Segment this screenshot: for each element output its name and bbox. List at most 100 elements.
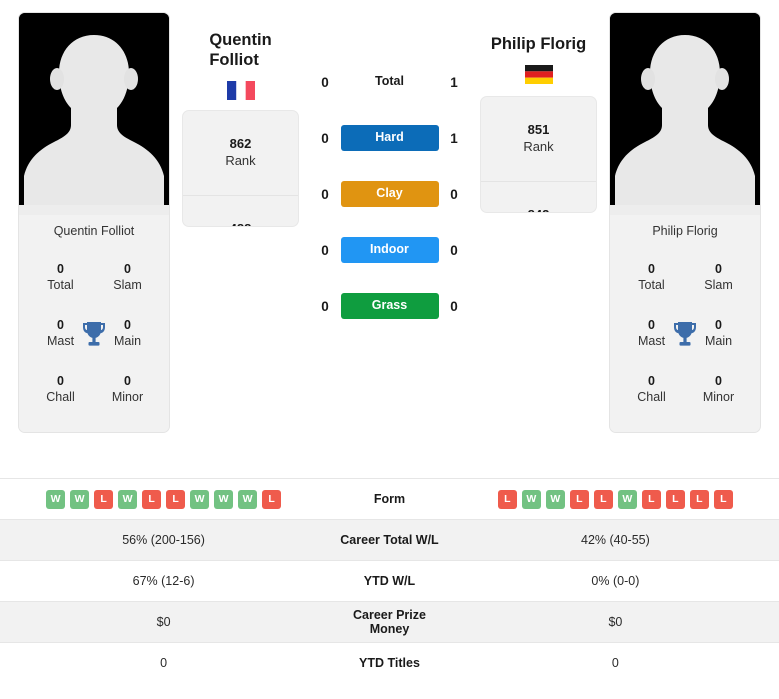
left-player-photo-caption: Quentin Folliot bbox=[19, 215, 169, 248]
right-form-badge[interactable]: L bbox=[497, 489, 517, 509]
titles-minor-label: Minor bbox=[702, 390, 735, 404]
left-form-badge[interactable]: W bbox=[214, 489, 234, 509]
left-value-cell: 56% (200-156) bbox=[0, 519, 328, 561]
left-form-badge[interactable]: W bbox=[238, 489, 258, 509]
right-score-total: 1 bbox=[450, 74, 458, 90]
right-high-value: 842 bbox=[528, 207, 550, 212]
titles-cell-total: 0 Total bbox=[27, 262, 94, 293]
left-form-strip: WWLWLLWWWL bbox=[10, 489, 317, 509]
surface-row-hard: 0 Hard 1 bbox=[311, 110, 468, 166]
comparison-table: W W L W L L W W W L Form L W W L L W L L L L 56% (200-156) Car… bbox=[0, 478, 779, 684]
left-rank-label: Rank bbox=[225, 153, 256, 169]
player-comparison-page: Quentin Folliot 0 Total 0 Slam 0 Mast 0 … bbox=[0, 0, 779, 699]
titles-minor-value: 0 bbox=[124, 374, 131, 389]
left-player-photo-card[interactable]: Quentin Folliot 0 Total 0 Slam 0 Mast 0 … bbox=[18, 12, 170, 433]
titles-slam-label: Slam bbox=[113, 278, 142, 292]
titles-slam-value: 0 bbox=[715, 262, 722, 277]
right-value-cell: 0% (0-0) bbox=[451, 560, 779, 602]
left-form-badge[interactable]: W bbox=[190, 489, 210, 509]
right-form-badge[interactable]: L bbox=[593, 489, 613, 509]
surface-badge-total: Total bbox=[375, 74, 404, 89]
right-form-badge[interactable]: L bbox=[665, 489, 685, 509]
right-player-name[interactable]: Philip Florig bbox=[491, 12, 586, 54]
titles-row-total-slam: 0 Total 0 Slam bbox=[618, 250, 752, 306]
avatar-placeholder-icon bbox=[19, 13, 169, 215]
comparison-table-body: W W L W L L W W W L Form L W W L L W L L L L 56% (200-156) Car… bbox=[0, 478, 779, 684]
right-form-strip: LWWLLWLLLL bbox=[462, 489, 769, 509]
left-player-name-line2: Folliot bbox=[209, 51, 259, 70]
titles-chall-value: 0 bbox=[648, 374, 655, 389]
trophy-icon bbox=[81, 320, 107, 348]
left-score-total: 0 bbox=[321, 74, 329, 90]
left-score-clay: 0 bbox=[321, 186, 329, 202]
right-rank-label: Rank bbox=[523, 139, 554, 155]
row-label-cell: Career Prize Money bbox=[327, 601, 452, 643]
titles-minor-label: Minor bbox=[111, 390, 144, 404]
left-player-titles-grid: 0 Total 0 Slam 0 Mast 0 Main 0 Chall 0 M… bbox=[19, 248, 169, 432]
right-rank-value: 851 bbox=[527, 122, 550, 138]
surface-badge-indoor[interactable]: Indoor bbox=[340, 237, 439, 263]
left-form-badge[interactable]: L bbox=[142, 489, 162, 509]
left-player-info-column: Quentin Folliot 862 Rank 488 High 25 bbox=[182, 12, 299, 228]
right-value-cell: 42% (40-55) bbox=[451, 519, 779, 561]
table-row: W W L W L L W W W L Form L W W L L W L L L L bbox=[0, 478, 779, 520]
row-label-cell: YTD W/L bbox=[327, 560, 452, 602]
row-label-cell: YTD Titles bbox=[327, 642, 452, 684]
titles-row-mast-main: 0 Mast 0 Main bbox=[618, 306, 752, 362]
titles-chall-label: Chall bbox=[637, 390, 666, 404]
left-score-hard: 0 bbox=[321, 130, 329, 146]
left-high-value: 488 bbox=[230, 221, 252, 226]
left-player-name[interactable]: Quentin Folliot bbox=[209, 12, 271, 70]
titles-chall-label: Chall bbox=[46, 390, 75, 404]
table-row: 0 YTD Titles 0 bbox=[0, 642, 779, 684]
titles-cell-chall: 0 Chall bbox=[618, 374, 685, 405]
right-form-badge[interactable]: W bbox=[617, 489, 637, 509]
surface-row-indoor: 0 Indoor 0 bbox=[311, 222, 468, 278]
surface-badge-hard[interactable]: Hard bbox=[340, 125, 439, 151]
avatar-placeholder-icon bbox=[610, 13, 760, 215]
table-row: $0 Career Prize Money $0 bbox=[0, 601, 779, 643]
left-rank-value: 862 bbox=[229, 136, 252, 152]
right-form-badge[interactable]: L bbox=[641, 489, 661, 509]
left-form-badge[interactable]: L bbox=[262, 489, 282, 509]
right-form-badge[interactable]: L bbox=[569, 489, 589, 509]
titles-cell-minor: 0 Minor bbox=[94, 374, 161, 405]
left-score-indoor: 0 bbox=[321, 242, 329, 258]
left-form-badge[interactable]: W bbox=[70, 489, 90, 509]
right-value-cell: 0 bbox=[451, 642, 779, 684]
left-form-badge[interactable]: W bbox=[46, 489, 66, 509]
right-score-clay: 0 bbox=[450, 186, 458, 202]
titles-minor-value: 0 bbox=[715, 374, 722, 389]
right-form-badge[interactable]: W bbox=[545, 489, 565, 509]
titles-cell-chall: 0 Chall bbox=[27, 374, 94, 405]
right-player-photo-caption: Philip Florig bbox=[610, 215, 760, 248]
left-value-cell: WWLWLLWWWL bbox=[0, 478, 328, 520]
surface-badge-grass[interactable]: Grass bbox=[340, 293, 439, 319]
left-form-badge[interactable]: W bbox=[118, 489, 138, 509]
right-form-badge[interactable]: W bbox=[521, 489, 541, 509]
trophy-icon bbox=[672, 320, 698, 348]
right-player-titles-grid: 0 Total 0 Slam 0 Mast 0 Main 0 Chall 0 M… bbox=[610, 248, 760, 432]
right-form-badge[interactable]: L bbox=[689, 489, 709, 509]
table-row: 67% (12-6) YTD W/L 0% (0-0) bbox=[0, 560, 779, 602]
top-comparison-area: Quentin Folliot 0 Total 0 Slam 0 Mast 0 … bbox=[0, 0, 779, 478]
surface-row-grass: 0 Grass 0 bbox=[311, 278, 468, 334]
right-score-grass: 0 bbox=[450, 298, 458, 314]
titles-row-mast-main: 0 Mast 0 Main bbox=[27, 306, 161, 362]
right-score-hard: 1 bbox=[450, 130, 458, 146]
right-player-info-column: Philip Florig 851 Rank 842 High 20 Age bbox=[480, 12, 597, 214]
left-form-badge[interactable]: L bbox=[166, 489, 186, 509]
titles-slam-value: 0 bbox=[124, 262, 131, 277]
titles-cell-minor: 0 Minor bbox=[685, 374, 752, 405]
surface-badge-clay[interactable]: Clay bbox=[340, 181, 439, 207]
right-form-badge[interactable]: L bbox=[713, 489, 733, 509]
left-score-grass: 0 bbox=[321, 298, 329, 314]
right-high-cell: 842 High bbox=[481, 182, 596, 212]
right-rank-cell: 851 Rank bbox=[481, 97, 596, 183]
right-score-indoor: 0 bbox=[450, 242, 458, 258]
titles-cell-slam: 0 Slam bbox=[685, 262, 752, 293]
left-form-badge[interactable]: L bbox=[94, 489, 114, 509]
table-row: 56% (200-156) Career Total W/L 42% (40-55) bbox=[0, 519, 779, 561]
right-player-photo-card[interactable]: Philip Florig 0 Total 0 Slam 0 Mast 0 Ma… bbox=[609, 12, 761, 433]
right-value-cell: $0 bbox=[451, 601, 779, 643]
